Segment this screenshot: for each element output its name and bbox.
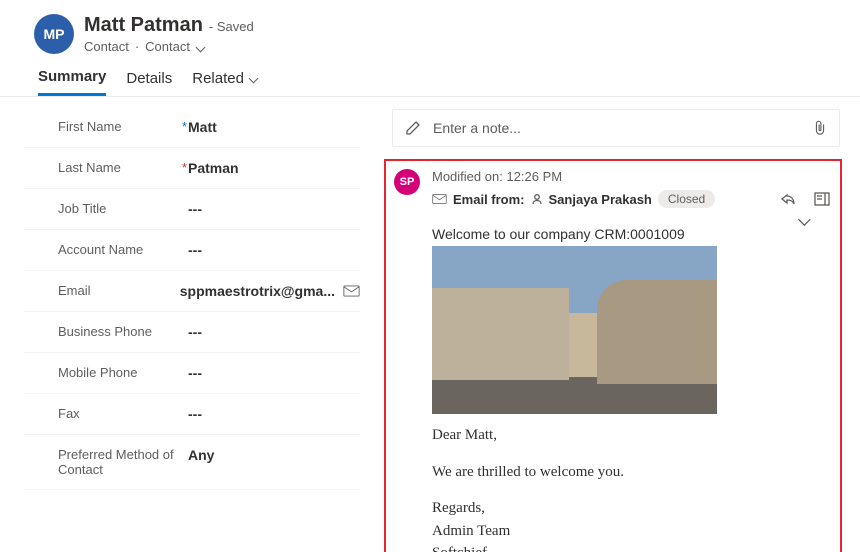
tab-list: Summary Details Related — [0, 54, 860, 97]
field-email[interactable]: Email sppmaestrotrix@gma... — [24, 271, 360, 312]
tab-details[interactable]: Details — [126, 68, 172, 96]
field-job-title[interactable]: Job Title --- — [24, 189, 360, 230]
first-name-value: Matt — [188, 119, 217, 135]
field-account-name[interactable]: Account Name --- — [24, 230, 360, 271]
email-value: sppmaestrotrix@gma... — [180, 283, 335, 299]
chevron-down-icon[interactable] — [196, 42, 206, 52]
field-preferred-contact[interactable]: Preferred Method of Contact Any — [24, 435, 360, 490]
mail-icon — [432, 193, 447, 205]
field-business-phone[interactable]: Business Phone --- — [24, 312, 360, 353]
field-last-name[interactable]: Last Name* Patman — [24, 148, 360, 189]
field-first-name[interactable]: First Name* Matt — [24, 107, 360, 148]
last-name-value: Patman — [188, 160, 239, 176]
field-fax[interactable]: Fax --- — [24, 394, 360, 435]
timeline-section: Enter a note... SP Modified on: 12:26 PM… — [370, 97, 860, 552]
chevron-down-icon — [249, 73, 259, 83]
chevron-down-icon[interactable] — [799, 213, 812, 226]
mail-icon[interactable] — [343, 284, 360, 298]
person-icon — [531, 193, 543, 205]
attach-icon[interactable] — [813, 120, 827, 136]
record-header: MP Matt Patman - Saved Contact · Contact — [0, 0, 860, 54]
status-badge: Closed — [658, 190, 715, 208]
form-section: First Name* Matt Last Name* Patman Job T… — [0, 97, 370, 552]
sender-avatar: SP — [394, 169, 420, 195]
field-mobile-phone[interactable]: Mobile Phone --- — [24, 353, 360, 394]
contact-avatar: MP — [34, 14, 74, 54]
form-selector[interactable]: Contact — [145, 39, 190, 54]
required-icon: * — [182, 160, 187, 175]
email-from-label: Email from: — [453, 192, 525, 207]
tab-summary[interactable]: Summary — [38, 68, 106, 96]
save-status: - Saved — [209, 19, 254, 34]
email-subject: Welcome to our company CRM:0001009 — [432, 226, 830, 242]
note-placeholder: Enter a note... — [433, 120, 521, 136]
email-from-name: Sanjaya Prakash — [549, 192, 652, 207]
pencil-icon — [405, 120, 421, 136]
tab-related[interactable]: Related — [192, 68, 259, 96]
record-title: Matt Patman — [84, 14, 203, 37]
modified-on: Modified on: 12:26 PM — [432, 169, 830, 184]
note-input[interactable]: Enter a note... — [392, 109, 840, 147]
reply-icon[interactable] — [780, 191, 796, 207]
recommended-icon: * — [182, 119, 187, 134]
email-image — [432, 246, 717, 414]
timeline-email-card[interactable]: SP Modified on: 12:26 PM Email from: San… — [384, 159, 842, 552]
entity-name: Contact — [84, 39, 129, 54]
action-pane-icon[interactable] — [814, 191, 830, 207]
